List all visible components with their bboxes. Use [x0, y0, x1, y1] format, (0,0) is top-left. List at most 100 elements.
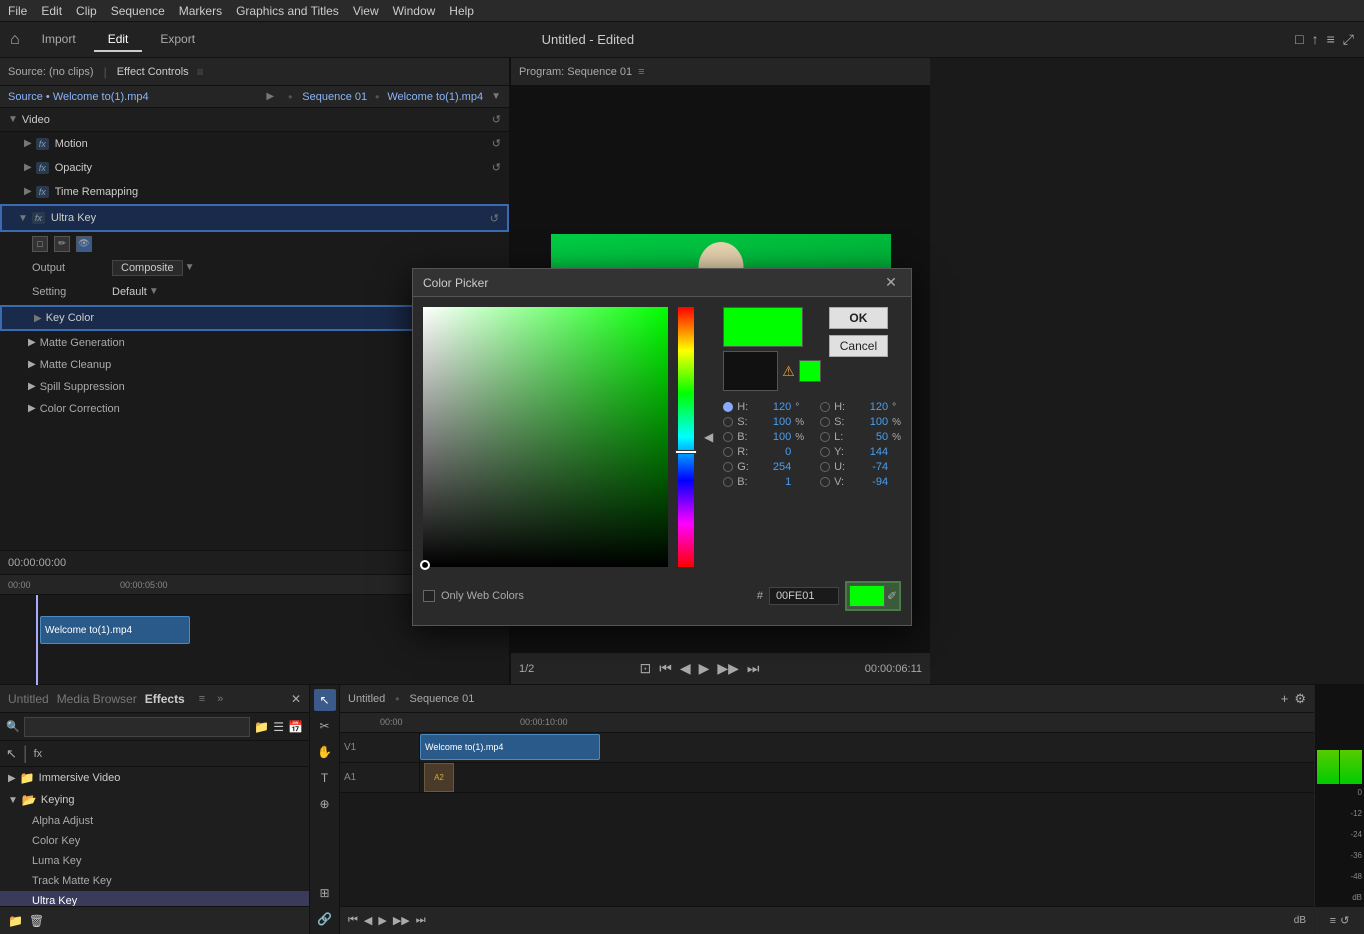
h1-radio[interactable] [723, 402, 733, 412]
tab-edit[interactable]: Edit [94, 28, 143, 52]
effect-alpha-adjust[interactable]: Alpha Adjust [0, 811, 309, 831]
dialog-close-button[interactable]: ✕ [881, 273, 901, 293]
home-icon[interactable]: ⌂ [10, 31, 20, 49]
y-radio[interactable] [820, 447, 830, 457]
category-immersive-video[interactable]: ▶ 📁 Immersive Video [0, 767, 309, 789]
clip-link[interactable]: Welcome to(1).mp4 [387, 91, 483, 103]
razor-tool-btn[interactable]: ✂ [314, 715, 336, 737]
v-radio[interactable] [820, 477, 830, 487]
frame-back-icon[interactable]: ◀ [680, 660, 691, 677]
reset-opacity-icon[interactable]: ↺ [492, 161, 501, 174]
category-keying[interactable]: ▼ 📂 Keying [0, 789, 309, 811]
menu-help[interactable]: Help [449, 4, 474, 18]
maximize-icon[interactable]: ⤢ [1343, 31, 1354, 48]
snap-tool-btn[interactable]: ⊞ [314, 882, 336, 904]
s1-radio[interactable] [723, 417, 733, 427]
r-radio[interactable] [723, 447, 733, 457]
effect-controls-tab[interactable]: Effect Controls [117, 66, 189, 78]
playhead[interactable] [36, 595, 38, 685]
arrow-tool-btn[interactable]: ↖ [314, 689, 336, 711]
new-bin-icon[interactable]: 📁 [8, 914, 23, 928]
output-value[interactable]: Composite [112, 260, 183, 276]
timeline-clip[interactable]: Welcome to(1).mp4 [40, 616, 190, 644]
tab-effects[interactable]: Effects [145, 692, 185, 706]
effect-row-timeremapping[interactable]: ▶ fx Time Remapping [0, 180, 509, 204]
b-radio[interactable] [723, 477, 733, 487]
hand-tool-btn[interactable]: ✋ [314, 741, 336, 763]
meter-settings-btn[interactable]: ≡ [1330, 915, 1336, 927]
uk-tool-pen[interactable]: ✏ [54, 236, 70, 252]
arrow-tool-icon[interactable]: ↖ [6, 746, 17, 762]
tl-frame-fwd[interactable]: ▶▶ [393, 914, 410, 927]
hex-input[interactable]: 00FE01 [769, 587, 839, 605]
u-value[interactable]: -74 [852, 461, 888, 473]
effect-row-opacity[interactable]: ▶ fx Opacity ↺ [0, 156, 509, 180]
uk-tool-eye[interactable]: 👁 [76, 236, 92, 252]
s2-radio[interactable] [820, 417, 830, 427]
tl-step-back[interactable]: ⏮ [348, 914, 358, 927]
zoom-tool-btn[interactable]: ⊕ [314, 793, 336, 815]
v-value[interactable]: -94 [852, 476, 888, 488]
menu-file[interactable]: File [8, 4, 27, 18]
effect-row-motion[interactable]: ▶ fx Motion ↺ [0, 132, 509, 156]
s2-value[interactable]: 100 [852, 416, 888, 428]
effects-close-button[interactable]: ✕ [291, 692, 301, 706]
step-back-icon[interactable]: ⏮ [659, 660, 672, 677]
menu-clip[interactable]: Clip [76, 4, 97, 18]
reset-icon[interactable]: ↺ [492, 113, 501, 126]
timeline-settings-icon[interactable]: ⚙ [1294, 691, 1306, 707]
menu-edit[interactable]: Edit [41, 4, 62, 18]
effects-search-input[interactable] [24, 717, 251, 737]
delete-icon[interactable]: 🗑 [29, 914, 44, 928]
uk-tool-rect[interactable]: □ [32, 236, 48, 252]
swatch-new[interactable] [723, 307, 803, 347]
effects-expand-icon[interactable]: » [217, 693, 223, 705]
hue-slider[interactable] [678, 307, 694, 567]
new-folder-icon[interactable]: 📁 [254, 720, 269, 734]
effect-track-matte-key[interactable]: Track Matte Key [0, 871, 309, 891]
menu-graphics[interactable]: Graphics and Titles [236, 4, 339, 18]
settings-icon[interactable]: ≡ [1327, 31, 1335, 48]
reset-motion-icon[interactable]: ↺ [492, 137, 501, 150]
tab-export[interactable]: Export [146, 28, 209, 52]
tab-import[interactable]: Import [28, 28, 90, 52]
b1-radio[interactable] [723, 432, 733, 442]
reset-ultrakey-icon[interactable]: ↺ [490, 212, 499, 225]
effects-menu-icon[interactable]: ≡ [199, 693, 205, 705]
meter-reset-btn[interactable]: ↺ [1340, 914, 1349, 927]
l-value[interactable]: 50 [852, 431, 888, 443]
gradient-cursor[interactable] [420, 560, 430, 570]
menu-markers[interactable]: Markers [179, 4, 222, 18]
r-value[interactable]: 0 [755, 446, 791, 458]
ultra-key-row[interactable]: ▼ fx Ultra Key ↺ [0, 204, 509, 232]
list-icon[interactable]: ☰ [273, 720, 284, 734]
menu-sequence[interactable]: Sequence [111, 4, 165, 18]
swatch-web[interactable] [799, 360, 821, 382]
ok-button[interactable]: OK [829, 307, 888, 329]
b1-value[interactable]: 100 [755, 431, 791, 443]
s1-value[interactable]: 100 [755, 416, 791, 428]
l-radio[interactable] [820, 432, 830, 442]
chevron-down-icon[interactable]: ▼ [491, 91, 501, 102]
tl-play[interactable]: ▶ [378, 914, 386, 927]
color-gradient-picker[interactable] [423, 307, 668, 567]
effect-color-key[interactable]: Color Key [0, 831, 309, 851]
only-web-checkbox[interactable] [423, 590, 435, 602]
frame-fwd-icon[interactable]: ▶▶ [717, 660, 739, 677]
h2-radio[interactable] [820, 402, 830, 412]
menu-view[interactable]: View [353, 4, 379, 18]
sequence-link[interactable]: Sequence 01 [302, 91, 367, 103]
y-value[interactable]: 144 [852, 446, 888, 458]
fx-tool-icon[interactable]: fx [34, 748, 43, 760]
video-collapse-icon[interactable]: ▼ [8, 114, 18, 125]
program-menu-icon[interactable]: ≡ [638, 66, 644, 78]
step-fwd-icon[interactable]: ⏭ [747, 660, 760, 677]
output-chevron-icon[interactable]: ▼ [185, 262, 195, 273]
menu-window[interactable]: Window [393, 4, 436, 18]
hex-swatch[interactable] [849, 585, 885, 607]
tl-frame-back[interactable]: ◀ [364, 914, 372, 927]
link-tool-btn[interactable]: 🔗 [314, 908, 336, 930]
tl-step-fwd[interactable]: ⏭ [416, 914, 426, 927]
g-value[interactable]: 254 [755, 461, 791, 473]
tab-untitled[interactable]: Untitled [8, 692, 49, 706]
